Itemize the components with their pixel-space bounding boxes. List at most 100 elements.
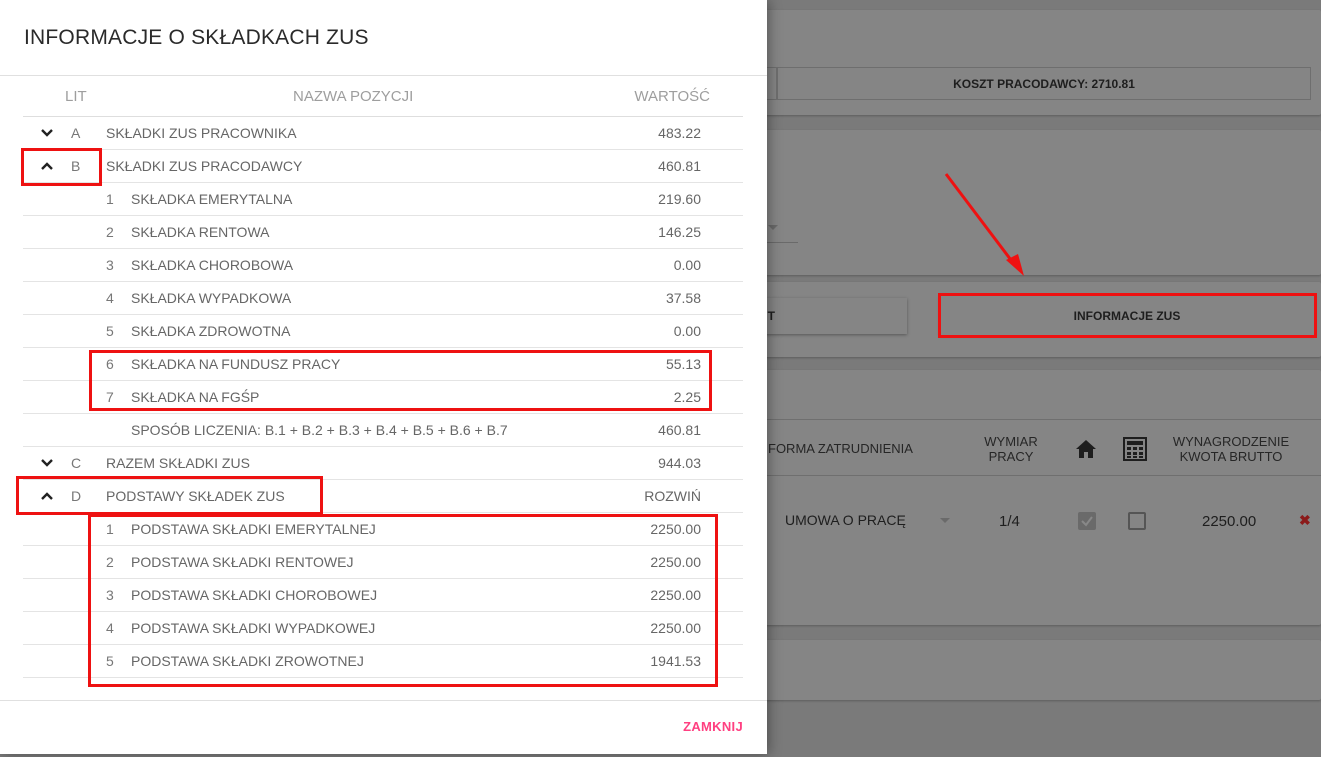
column-value: WARTOŚĆ <box>634 88 710 105</box>
item-index: 4 <box>106 290 114 306</box>
sub-row: 6 SKŁADKA NA FUNDUSZ PRACY 55.13 <box>23 348 743 381</box>
column-name: NAZWA POZYCJI <box>293 88 414 105</box>
dialog-title: INFORMACJE O SKŁADKACH ZUS <box>24 26 369 49</box>
item-value: 0.00 <box>673 323 701 339</box>
item-value: 1941.53 <box>650 653 701 669</box>
formula-value: 460.81 <box>658 422 701 438</box>
divider <box>0 700 767 701</box>
item-index: 1 <box>106 191 114 207</box>
group-row-c[interactable]: C RAZEM SKŁADKI ZUS 944.03 <box>23 447 743 480</box>
item-name: PODSTAWA SKŁADKI EMERYTALNEJ <box>131 521 376 537</box>
bottom-card <box>740 640 1321 700</box>
sub-row: 2 SKŁADKA RENTOWA 146.25 <box>23 216 743 249</box>
item-name: SKŁADKA EMERYTALNA <box>131 191 293 207</box>
item-name: PODSTAWA SKŁADKI RENTOWEJ <box>131 554 354 570</box>
chevron-down-icon[interactable] <box>40 126 54 140</box>
item-name: SKŁADKA NA FUNDUSZ PRACY <box>131 356 341 372</box>
lit-label: A <box>71 125 81 141</box>
settings-card <box>740 130 1321 275</box>
table-row-divider <box>740 475 1321 476</box>
close-button[interactable]: ZAMKNIJ <box>683 719 743 734</box>
sub-row: 1 PODSTAWA SKŁADKI EMERYTALNEJ 2250.00 <box>23 513 743 546</box>
home-checkbox[interactable] <box>1078 512 1096 530</box>
lit-label: B <box>71 158 81 174</box>
info-zus-button[interactable]: INFORMACJE ZUS <box>940 296 1314 335</box>
chevron-down-icon[interactable] <box>768 225 778 230</box>
item-index: 4 <box>106 620 114 636</box>
calculator-checkbox[interactable] <box>1128 512 1146 530</box>
item-value: 2250.00 <box>650 587 701 603</box>
item-index: 3 <box>106 587 114 603</box>
sub-row: 4 SKŁADKA WYPADKOWA 37.58 <box>23 282 743 315</box>
lit-label: D <box>71 488 82 504</box>
lit-label: C <box>71 455 82 471</box>
item-value: 2250.00 <box>650 554 701 570</box>
chevron-down-icon[interactable] <box>940 518 950 523</box>
item-value: 2.25 <box>673 389 701 405</box>
item-index: 5 <box>106 323 114 339</box>
formula-text: SPOSÓB LICZENIA: B.1 + B.2 + B.3 + B.4 +… <box>131 422 508 438</box>
item-value: 55.13 <box>665 356 701 372</box>
item-name: SKŁADKA NA FGŚP <box>131 389 260 405</box>
group-value: 460.81 <box>658 158 701 174</box>
employment-card <box>740 370 1321 625</box>
item-value: 219.60 <box>658 191 701 207</box>
item-name: PODSTAWA SKŁADKI WYPADKOWEJ <box>131 620 376 636</box>
zus-info-dialog: INFORMACJE O SKŁADKACH ZUS LIT NAZWA POZ… <box>0 0 767 754</box>
item-index: 2 <box>106 224 114 240</box>
item-index: 1 <box>106 521 114 537</box>
item-index: 5 <box>106 653 114 669</box>
item-name: PODSTAWA SKŁADKI ZROWOTNEJ <box>131 653 364 669</box>
item-index: 6 <box>106 356 114 372</box>
sub-row: 3 SKŁADKA CHOROBOWA 0.00 <box>23 249 743 282</box>
sub-row: 4 PODSTAWA SKŁADKI WYPADKOWEJ 2250.00 <box>23 612 743 645</box>
brutto-value: 2250.00 <box>1202 513 1257 530</box>
zus-table: LIT NAZWA POZYCJI WARTOŚĆ A SKŁADKI ZUS … <box>23 76 743 678</box>
group-value: 944.03 <box>658 455 701 471</box>
employer-cost-label: KOSZT PRACODAWCY: 2710.81 <box>777 67 1311 100</box>
group-name: PODSTAWY SKŁADEK ZUS <box>106 488 285 504</box>
table-header-divider <box>740 419 1321 420</box>
group-name: SKŁADKI ZUS PRACOWNIKA <box>106 125 297 141</box>
item-value: 2250.00 <box>650 620 701 636</box>
wymiar-value: 1/4 <box>999 513 1020 530</box>
item-index: 2 <box>106 554 114 570</box>
home-icon <box>1075 439 1097 464</box>
group-row-a[interactable]: A SKŁADKI ZUS PRACOWNIKA 483.22 <box>23 117 743 150</box>
group-value: 483.22 <box>658 125 701 141</box>
item-name: SKŁADKA WYPADKOWA <box>131 290 292 306</box>
item-name: SKŁADKA ZDROWOTNA <box>131 323 291 339</box>
sub-row: 5 PODSTAWA SKŁADKI ZROWOTNEJ 1941.53 <box>23 645 743 678</box>
expand-link[interactable]: ROZWIŃ <box>644 488 701 504</box>
group-row-b[interactable]: B SKŁADKI ZUS PRACODAWCY 460.81 <box>23 150 743 183</box>
header-forma: FORMA ZATRUDNIENIA <box>768 441 913 456</box>
header-wynagrodzenie: WYNAGRODZENIE KWOTA BRUTTO <box>1172 434 1290 464</box>
item-name: SKŁADKA RENTOWA <box>131 224 270 240</box>
item-index: 7 <box>106 389 114 405</box>
item-name: SKŁADKA CHOROBOWA <box>131 257 294 273</box>
sub-row: 5 SKŁADKA ZDROWOTNA 0.00 <box>23 315 743 348</box>
chevron-up-icon[interactable] <box>40 159 54 173</box>
sub-row: 2 PODSTAWA SKŁADKI RENTOWEJ 2250.00 <box>23 546 743 579</box>
item-name: PODSTAWA SKŁADKI CHOROBOWEJ <box>131 587 378 603</box>
item-index: 3 <box>106 257 114 273</box>
sub-row: 1 SKŁADKA EMERYTALNA 219.60 <box>23 183 743 216</box>
item-value: 37.58 <box>665 290 701 306</box>
item-value: 2250.00 <box>650 521 701 537</box>
formula-row: SPOSÓB LICZENIA: B.1 + B.2 + B.3 + B.4 +… <box>23 414 743 447</box>
chevron-up-icon[interactable] <box>40 489 54 503</box>
group-name: SKŁADKI ZUS PRACODAWCY <box>106 158 303 174</box>
header-wymiar: WYMIAR PRACY <box>984 434 1038 464</box>
group-name: RAZEM SKŁADKI ZUS <box>106 455 250 471</box>
table-header: LIT NAZWA POZYCJI WARTOŚĆ <box>23 76 743 117</box>
calculator-icon <box>1123 437 1147 466</box>
chevron-down-icon[interactable] <box>40 456 54 470</box>
sub-row: 3 PODSTAWA SKŁADKI CHOROBOWEJ 2250.00 <box>23 579 743 612</box>
forma-select[interactable]: UMOWA O PRACĘ <box>785 512 906 528</box>
item-value: 146.25 <box>658 224 701 240</box>
item-value: 0.00 <box>673 257 701 273</box>
column-lit: LIT <box>65 88 87 105</box>
group-row-d[interactable]: D PODSTAWY SKŁADEK ZUS ROZWIŃ <box>23 480 743 513</box>
sub-row: 7 SKŁADKA NA FGŚP 2.25 <box>23 381 743 414</box>
close-icon[interactable]: ✖ <box>1299 512 1311 529</box>
